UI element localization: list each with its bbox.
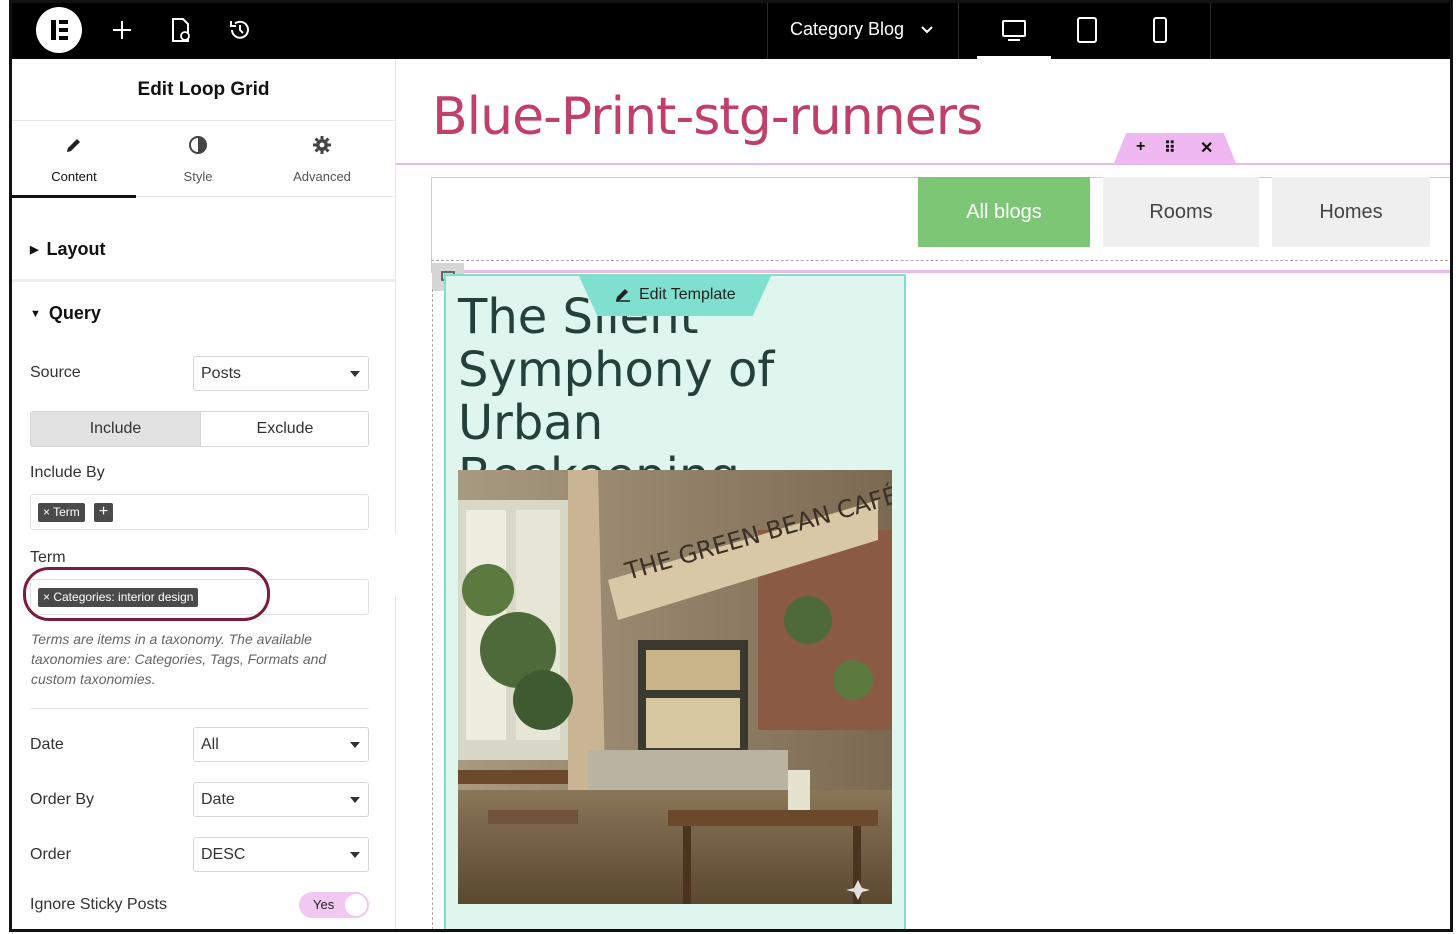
history-icon[interactable] [225, 15, 255, 45]
page-select-label: Category Blog [790, 19, 905, 39]
source-select[interactable]: Posts [193, 356, 369, 391]
tab-content[interactable]: Content [12, 121, 136, 198]
include-by-tag-label: Term [53, 505, 80, 519]
chevron-down-icon [920, 21, 934, 42]
tablet-view-icon[interactable] [1072, 15, 1102, 45]
tab-content-label: Content [51, 169, 97, 184]
panel-title: Edit Loop Grid [12, 59, 395, 121]
post-featured-image[interactable]: THE GREEN BEAN CAFÉ [458, 470, 892, 904]
include-exclude-toggle: Include Exclude [30, 411, 369, 447]
close-icon[interactable]: ✕ [1200, 138, 1213, 158]
filter-homes[interactable]: Homes [1272, 177, 1430, 247]
include-button[interactable]: Include [31, 412, 200, 446]
include-by-tag[interactable]: × Term [38, 503, 85, 522]
order-select[interactable]: DESC [193, 837, 369, 872]
dropdown-arrow-icon [350, 852, 360, 858]
ignore-sticky-label: Ignore Sticky Posts [30, 896, 167, 913]
tab-advanced-label: Advanced [293, 169, 351, 184]
edit-template-button[interactable]: Edit Template [578, 274, 772, 316]
desktop-view-icon[interactable] [999, 15, 1029, 45]
drag-handle-icon[interactable]: ⠿ [1164, 138, 1177, 158]
date-label: Date [30, 736, 64, 753]
page-select-dropdown[interactable]: Category Blog [790, 19, 933, 40]
pencil-icon [64, 135, 84, 155]
section-layout[interactable]: ▶ Layout [30, 239, 105, 260]
editor-panel: Edit Loop Grid Content Style Advanced ▶ … [12, 59, 396, 929]
add-icon[interactable]: + [94, 503, 113, 522]
filter-rooms[interactable]: Rooms [1103, 177, 1259, 247]
ignore-sticky-toggle[interactable]: Yes [299, 892, 369, 918]
order-label: Order [30, 846, 71, 863]
toggle-knob [345, 894, 367, 916]
term-label: Term [30, 549, 66, 566]
filter-all-blogs[interactable]: All blogs [918, 177, 1090, 247]
ignore-sticky-value: Yes [313, 897, 335, 912]
tab-advanced[interactable]: Advanced [260, 121, 384, 197]
highlight-annotation [23, 567, 270, 621]
pencil-icon [614, 285, 632, 303]
include-by-label: Include By [30, 464, 105, 481]
tab-style-label: Style [183, 169, 213, 184]
section-toolbar: + ⠿ ✕ [1114, 133, 1236, 163]
dropdown-arrow-icon [350, 742, 360, 748]
elementor-logo-icon[interactable] [36, 7, 82, 53]
order-by-select[interactable]: Date [193, 782, 369, 817]
term-help-text: Terms are items in a taxonomy. The avail… [31, 631, 327, 687]
exclude-button[interactable]: Exclude [200, 412, 368, 446]
order-value: DESC [201, 846, 246, 863]
include-by-field[interactable]: × Term + [30, 494, 369, 530]
cafe-photo: THE GREEN BEAN CAFÉ [458, 470, 892, 904]
dropdown-arrow-icon [350, 797, 360, 803]
section-query[interactable]: ▼ Query [30, 303, 101, 324]
date-value: All [201, 736, 219, 753]
order-by-value: Date [201, 791, 235, 808]
add-section-icon[interactable]: + [1136, 138, 1145, 156]
site-title[interactable]: Blue-Print-stg-runners [432, 87, 983, 147]
editor-window: Category Blog Edit Loop Grid Content Sty… [9, 0, 1453, 932]
contrast-icon [188, 135, 208, 155]
add-element-icon[interactable] [107, 15, 137, 45]
caret-down-icon: ▼ [30, 308, 41, 320]
source-label: Source [30, 364, 81, 381]
gear-icon [312, 135, 332, 155]
mobile-view-icon[interactable] [1145, 15, 1175, 45]
section-outline [396, 163, 1450, 165]
order-by-label: Order By [30, 791, 95, 808]
panel-tabs: Content Style Advanced [12, 121, 395, 198]
preview-canvas: Blue-Print-stg-runners + ⠿ ✕ All blogs R… [396, 59, 1450, 929]
section-query-label: Query [48, 303, 101, 323]
top-bar: Category Blog [12, 3, 1450, 59]
page-settings-icon[interactable] [165, 15, 195, 45]
tab-style[interactable]: Style [136, 121, 260, 197]
source-value: Posts [201, 365, 242, 382]
date-select[interactable]: All [193, 727, 369, 762]
dropdown-arrow-icon [350, 371, 360, 377]
section-layout-label: Layout [46, 239, 106, 259]
caret-right-icon: ▶ [30, 244, 39, 256]
edit-template-label: Edit Template [639, 286, 736, 303]
